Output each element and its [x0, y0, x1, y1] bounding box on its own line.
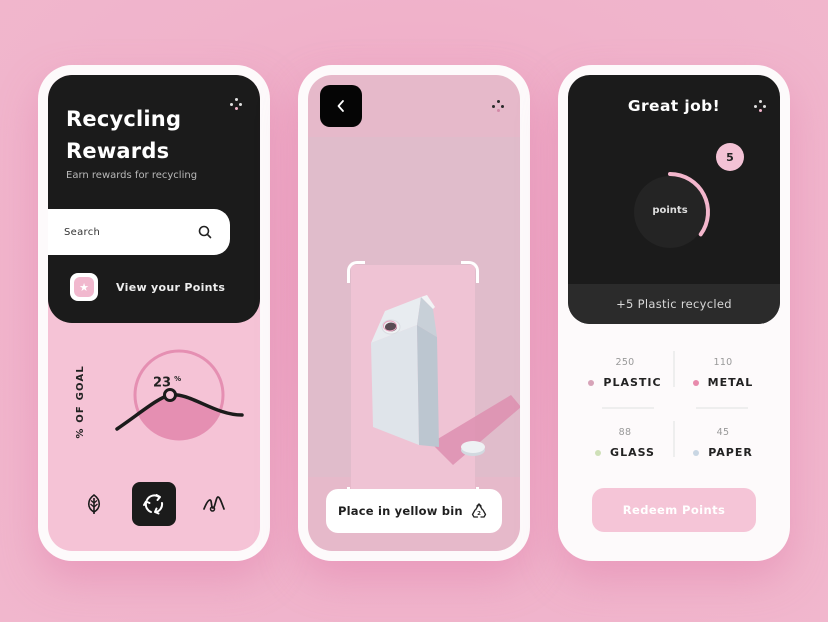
chevron-left-icon [337, 100, 344, 112]
goal-gauge [115, 349, 244, 441]
glass-dot-icon [595, 449, 602, 456]
screen-scanner: Place in yellow bin 2 [308, 75, 520, 551]
leaf-icon [87, 494, 101, 514]
divider [673, 351, 675, 387]
title-line-2: Rewards [66, 139, 170, 163]
points-label: points [652, 205, 688, 216]
stat-value: 110 [713, 357, 733, 368]
nav-item-leaf[interactable] [72, 482, 116, 526]
goal-number: 23 [153, 375, 172, 391]
camera-view [308, 137, 520, 509]
points-card: Great job! points 5 +5 Plastic recycled [568, 75, 780, 324]
milk-carton-image [371, 295, 520, 465]
dots-menu-icon[interactable] [754, 100, 766, 112]
recycle-icon [143, 494, 164, 515]
header-card: Recycling Rewards Earn rewards for recyc… [48, 75, 260, 323]
stat-value: 88 [618, 427, 632, 438]
page-title: Recycling Rewards [66, 103, 181, 167]
points-badge: 5 [716, 143, 744, 171]
nav-item-recycle[interactable] [132, 482, 176, 526]
instruction-card[interactable]: Place in yellow bin 2 [326, 489, 502, 533]
stat-label: PAPER [708, 446, 753, 459]
phone-scanner: Place in yellow bin 2 [298, 65, 530, 561]
paper-dot-icon [693, 449, 700, 456]
goal-value: 23% [153, 375, 181, 390]
phone-recycling-rewards: Recycling Rewards Earn rewards for recyc… [38, 65, 270, 561]
gauge-fill [135, 394, 223, 439]
recycle-triangle-icon: 2 [471, 503, 487, 518]
instruction-label: Place in yellow bin [338, 504, 463, 518]
dots-menu-icon[interactable] [230, 98, 242, 110]
mountain-icon [203, 496, 225, 512]
stat-value: 45 [716, 427, 730, 438]
stat-glass: 88 GLASS [576, 427, 674, 459]
view-points-label: View your Points [116, 280, 226, 294]
svg-text:2: 2 [477, 511, 481, 517]
screen-home: Recycling Rewards Earn rewards for recyc… [48, 75, 260, 551]
success-title: Great job! [627, 97, 721, 115]
search-input[interactable]: Search [48, 209, 230, 255]
divider [696, 407, 748, 409]
recycled-message: +5 Plastic recycled [568, 284, 780, 324]
metal-dot-icon [692, 379, 699, 386]
subtitle: Earn rewards for recycling [66, 170, 198, 181]
divider [673, 421, 675, 457]
redeem-points-button[interactable]: Redeem Points [592, 488, 756, 532]
stat-label: PLASTIC [603, 376, 662, 389]
goal-unit: % [174, 375, 182, 383]
view-points-button[interactable]: ★ View your Points [70, 273, 225, 301]
nav-item-mountain[interactable] [192, 482, 236, 526]
plastic-dot-icon [588, 379, 595, 386]
dots-menu-icon[interactable] [492, 100, 504, 112]
stat-label: GLASS [610, 446, 655, 459]
gauge-knob [163, 388, 177, 402]
divider [602, 407, 654, 409]
stats-grid: 250 PLASTIC 110 METAL 88 GLASS 45 PAPER [576, 347, 772, 467]
scan-frame [347, 261, 520, 509]
stat-metal: 110 METAL [674, 357, 772, 389]
title-line-1: Recycling [66, 107, 182, 131]
stat-label: METAL [707, 376, 754, 389]
back-button[interactable] [320, 85, 362, 127]
search-placeholder: Search [64, 226, 101, 238]
stat-paper: 45 PAPER [674, 427, 772, 459]
stat-plastic: 250 PLASTIC [576, 357, 674, 389]
scan-corner-top-right [461, 261, 479, 283]
phone-points: Great job! points 5 +5 Plastic recycled … [558, 65, 790, 561]
search-icon[interactable] [198, 225, 212, 239]
scan-corner-top-left [347, 261, 365, 283]
stat-value: 250 [615, 357, 635, 368]
goal-label: % OF GOAL [75, 365, 86, 439]
bottom-nav [48, 482, 260, 526]
star-icon: ★ [70, 273, 98, 301]
